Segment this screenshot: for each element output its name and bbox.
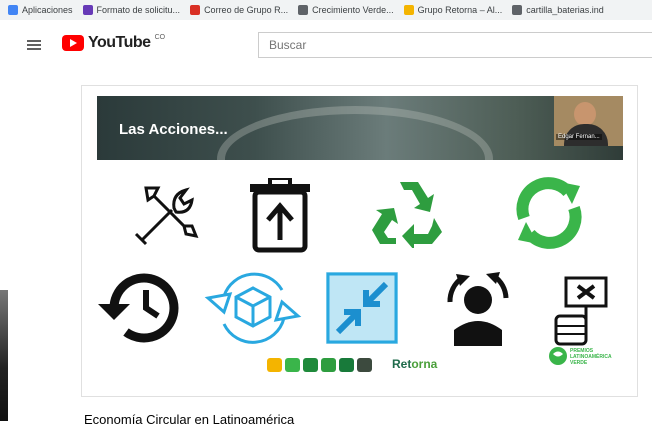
- award-badge: PREMIOS LATINOAMÉRICA VERDE: [548, 346, 618, 380]
- refresh-cycle-icon: [516, 177, 582, 249]
- bookmark-label: Crecimiento Verde...: [312, 5, 394, 15]
- presenter-webcam: Edgar Fernan...: [554, 96, 623, 146]
- partner-logo-icon: [303, 358, 318, 372]
- gmail-icon: [190, 5, 201, 15]
- recycle-icon: [372, 182, 442, 248]
- retorna-logo-part2: orna: [411, 357, 438, 371]
- slide-title: Las Acciones...: [119, 121, 228, 138]
- retorna-logo: Retorna: [392, 357, 437, 371]
- bookmark-label: Correo de Grupo R...: [204, 5, 289, 15]
- video-title: Economía Circular en Latinoamérica: [84, 412, 295, 427]
- search-input[interactable]: [258, 32, 652, 58]
- bookmark-item[interactable]: cartilla_baterias.ind: [512, 5, 604, 15]
- reduce-arrows-icon: [326, 272, 398, 344]
- youtube-play-icon: [62, 35, 84, 51]
- rethink-person-icon: [447, 272, 509, 346]
- bookmark-label: Formato de solicitu...: [96, 5, 181, 15]
- award-text: PREMIOS LATINOAMÉRICA VERDE: [570, 348, 612, 366]
- retorna-favicon-icon: [403, 5, 414, 15]
- country-code: CO: [154, 33, 166, 41]
- bookmark-label: Grupo Retorna – Al...: [417, 5, 503, 15]
- partner-logo-icon: [285, 358, 300, 372]
- youtube-header: YouTube CO: [0, 20, 652, 70]
- bookmark-item[interactable]: Correo de Grupo R...: [190, 5, 288, 15]
- bookmark-item[interactable]: Aplicaciones: [8, 5, 73, 15]
- menu-icon[interactable]: [27, 40, 41, 50]
- partner-logo-icon: [357, 358, 372, 372]
- video-player[interactable]: Las Acciones... Edgar Fernan... PREMIOS …: [82, 86, 637, 396]
- partner-logos: [267, 358, 372, 372]
- bookmarks-bar: Aplicaciones Formato de solicitu... Correo…: [0, 0, 652, 20]
- background-photo-edge: [0, 290, 8, 421]
- partner-logo-icon: [321, 358, 336, 372]
- trash-upload-icon: [250, 178, 310, 253]
- partner-logo-icon: [339, 358, 354, 372]
- bookmark-label: Aplicaciones: [22, 5, 73, 15]
- globe-icon: [298, 5, 309, 15]
- history-clock-icon: [98, 273, 179, 343]
- forms-icon: [82, 5, 93, 15]
- globe-icon: [512, 5, 523, 15]
- box-cycle-icon: [204, 272, 302, 344]
- youtube-logo[interactable]: YouTube CO: [62, 34, 165, 52]
- presenter-head: [574, 102, 596, 126]
- bookmark-item[interactable]: Grupo Retorna – Al...: [403, 5, 503, 15]
- presenter-name: Edgar Fernan...: [556, 134, 602, 140]
- globe-award-icon: [549, 347, 567, 365]
- bookmark-item[interactable]: Formato de solicitu...: [82, 5, 181, 15]
- partner-logo-icon: [267, 358, 282, 372]
- logo-text: YouTube: [88, 34, 151, 51]
- slide-banner: Las Acciones... Edgar Fernan...: [97, 96, 623, 160]
- bookmark-label: cartilla_baterias.ind: [526, 5, 604, 15]
- apps-grid-icon: [8, 5, 18, 15]
- retorna-logo-part1: Ret: [392, 357, 412, 371]
- repair-tools-icon: [134, 186, 199, 246]
- bookmark-item[interactable]: Crecimiento Verde...: [298, 5, 394, 15]
- refuse-sign-icon: [554, 276, 608, 346]
